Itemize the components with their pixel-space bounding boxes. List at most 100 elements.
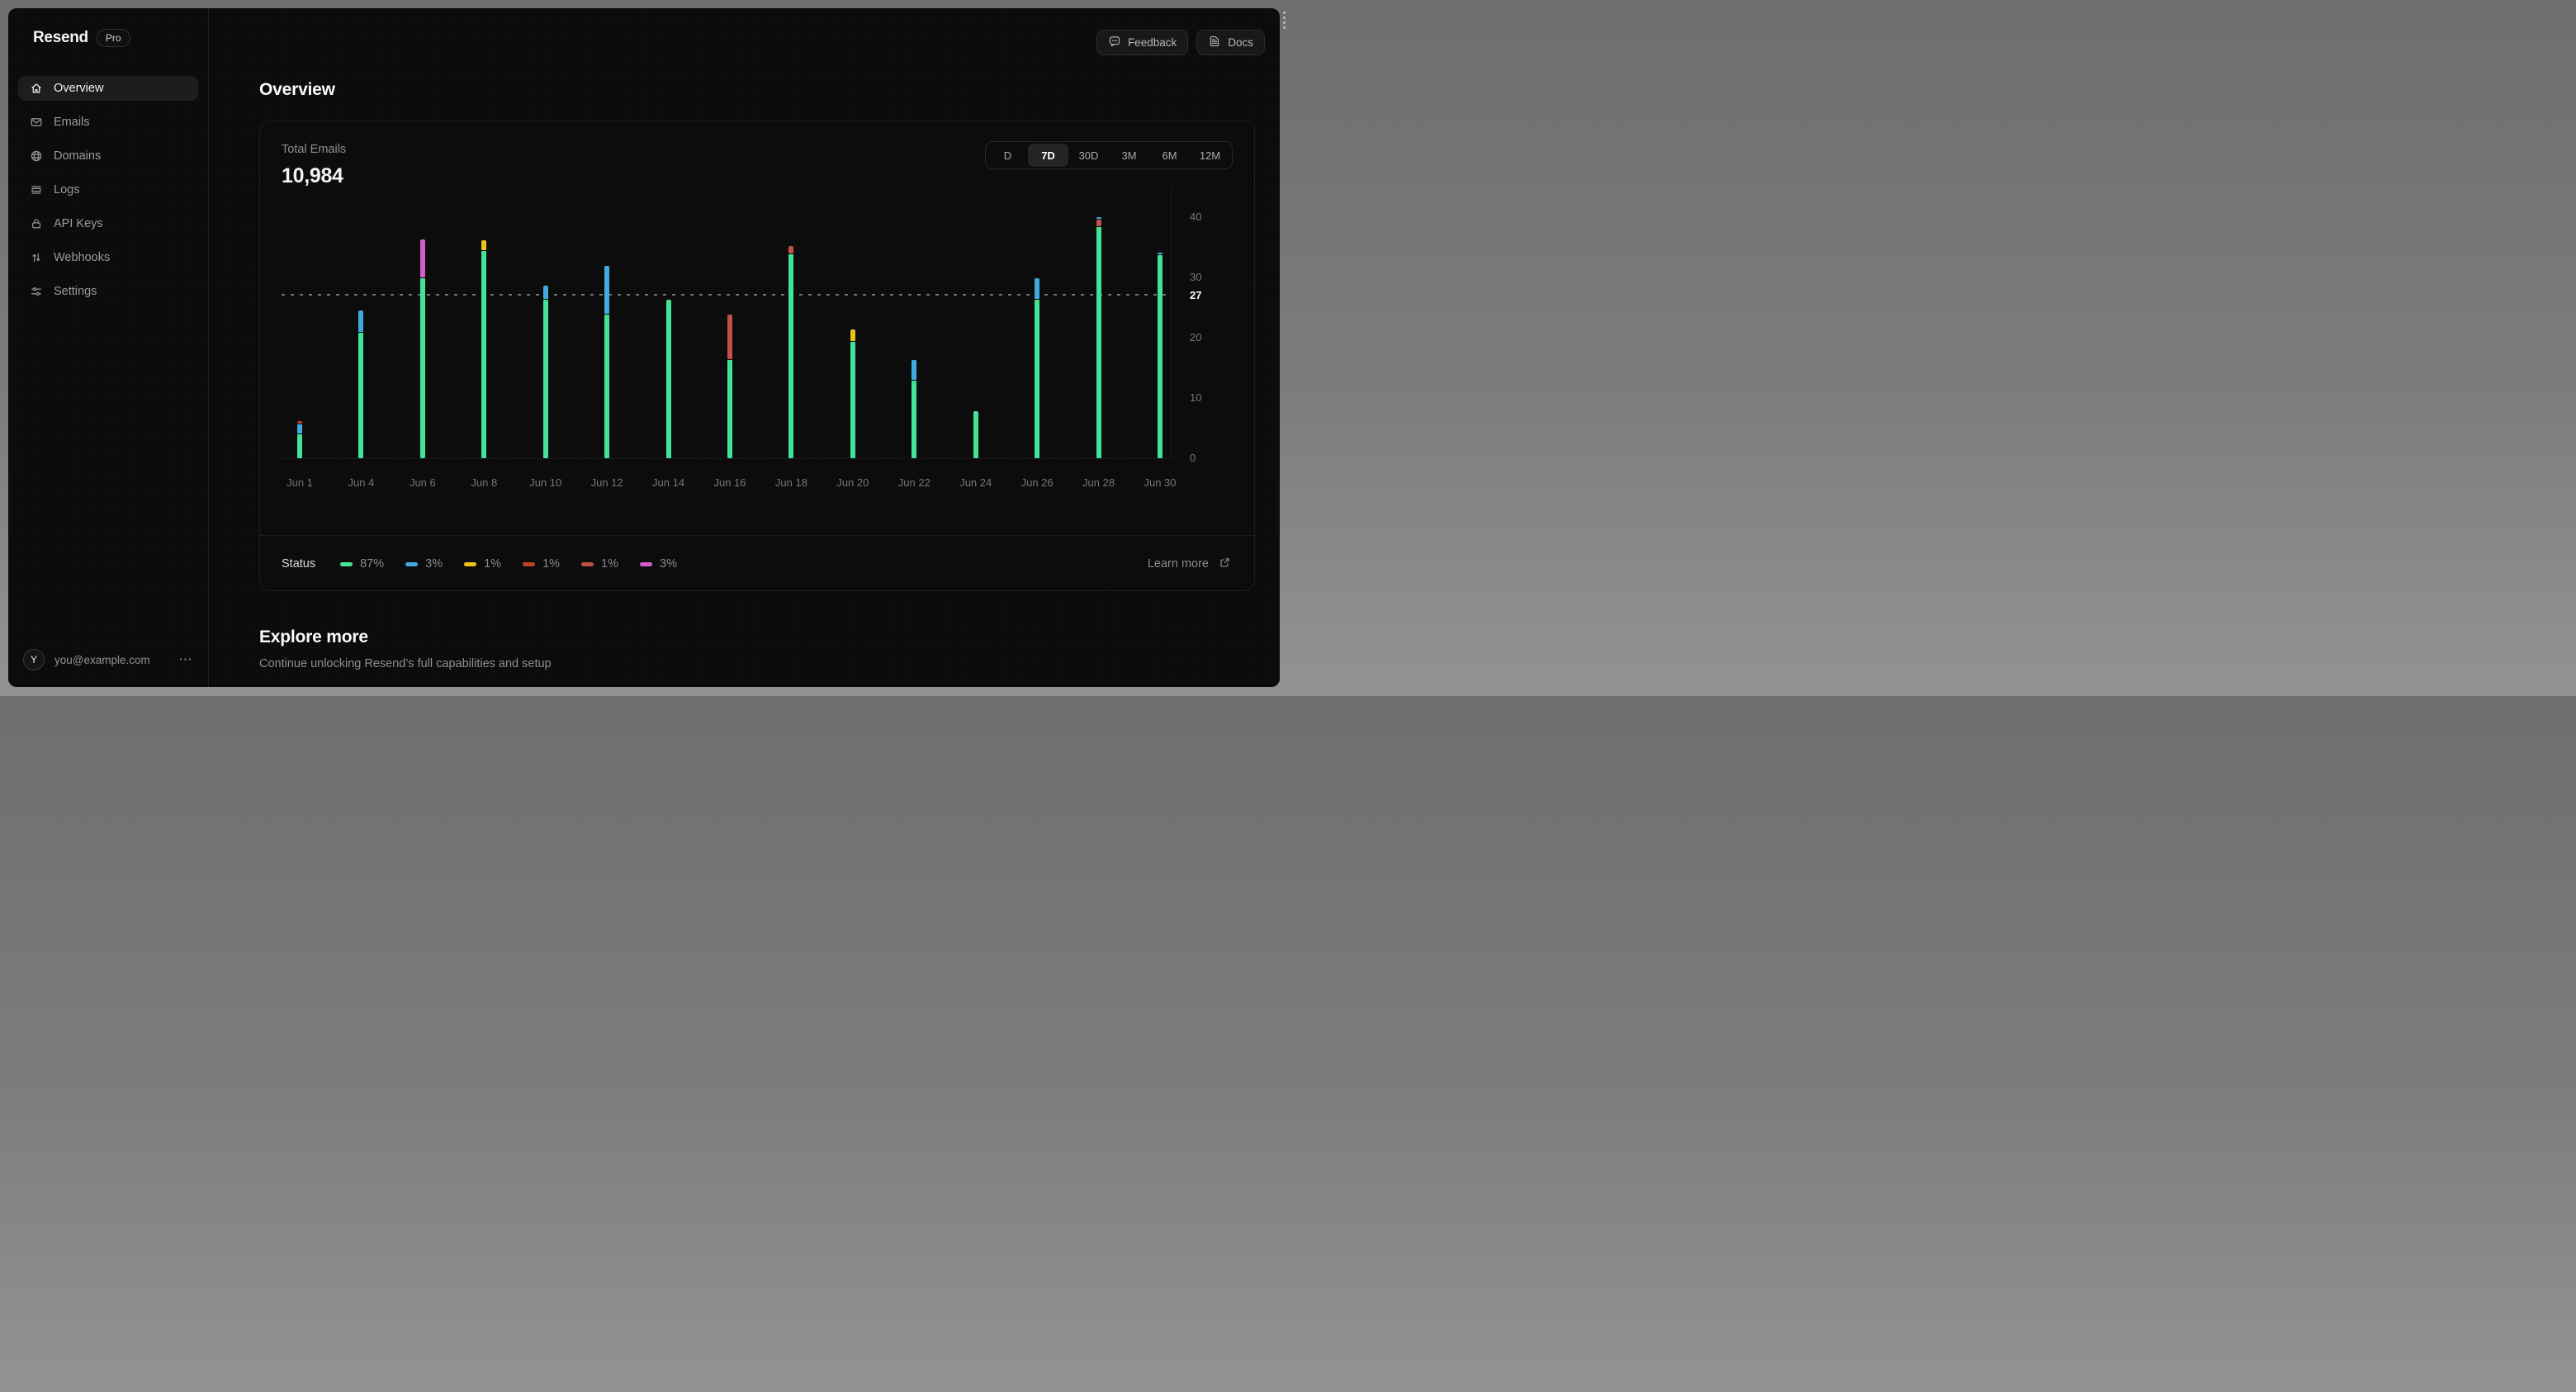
x-axis-line xyxy=(282,458,1172,459)
external-link-icon xyxy=(1219,556,1231,572)
legend-title: Status xyxy=(282,557,316,571)
bar-segment-jun-24-delivered-green xyxy=(973,410,978,458)
x-label-jun-12: Jun 12 xyxy=(590,476,623,489)
main-content: Feedback Docs Overview Total Emails 10,9… xyxy=(209,8,1280,687)
x-label-jun-14: Jun 14 xyxy=(652,476,685,489)
sidebar-item-emails[interactable]: Emails xyxy=(18,110,198,135)
y-tick-30: 30 xyxy=(1190,271,1202,283)
legend-swatch xyxy=(523,561,536,566)
sidebar-item-api-keys[interactable]: API Keys xyxy=(18,211,198,236)
learn-more-link[interactable]: Learn more xyxy=(1148,536,1231,592)
bar-segment-jun-30-blue xyxy=(1158,252,1163,255)
x-label-jun-8: Jun 8 xyxy=(471,476,498,489)
bar-segment-jun-6-delivered-green xyxy=(419,278,425,458)
legend-swatch xyxy=(405,561,419,566)
bar-segment-jun-28-blue xyxy=(1096,216,1101,220)
bar-segment-jun-14-delivered-green xyxy=(665,299,671,458)
range-option-3m[interactable]: 3M xyxy=(1109,144,1149,167)
legend-swatch xyxy=(464,561,477,566)
user-row[interactable]: Y you@example.com ⋯ xyxy=(18,646,198,674)
ellipsis-icon[interactable]: ⋯ xyxy=(173,651,198,668)
bar-segment-jun-16-delivered-green xyxy=(727,359,732,458)
sidebar-item-label: Domains xyxy=(54,149,102,163)
status-legend: Status 87% 3% 1% 1% 1% 3% xyxy=(282,536,677,592)
sidebar-item-label: Settings xyxy=(54,285,97,298)
legend-item-5: 3% xyxy=(640,557,677,571)
feedback-button[interactable]: Feedback xyxy=(1096,30,1189,55)
logo-row: Resend Pro xyxy=(18,26,198,50)
metric-label: Total Emails xyxy=(282,143,347,156)
bar-segment-jun-4-blue xyxy=(358,310,364,332)
chat-bubble-icon xyxy=(1108,35,1121,50)
home-icon xyxy=(30,82,43,95)
bar-segment-jun-30-delivered-green xyxy=(1158,255,1163,458)
bar-segment-jun-28-delivered-green xyxy=(1096,226,1101,458)
legend-item-4: 1% xyxy=(581,557,618,571)
legend-item-1: 3% xyxy=(405,557,443,571)
x-label-jun-16: Jun 16 xyxy=(713,476,746,489)
page-title: Overview xyxy=(259,80,335,99)
sliders-icon xyxy=(30,285,43,298)
y-tick-average: 27 xyxy=(1190,288,1202,301)
mail-icon xyxy=(30,116,43,129)
range-option-30d[interactable]: 30D xyxy=(1068,144,1109,167)
docs-button[interactable]: Docs xyxy=(1196,30,1265,55)
legend-percent: 1% xyxy=(601,557,619,571)
sidebar-item-settings[interactable]: Settings xyxy=(18,279,198,304)
legend-percent: 3% xyxy=(425,557,443,571)
x-label-jun-18: Jun 18 xyxy=(774,476,807,489)
range-option-d[interactable]: D xyxy=(987,144,1028,167)
legend-percent: 3% xyxy=(660,557,677,571)
bar-segment-jun-18-delivered-green xyxy=(788,253,794,458)
sidebar-item-logs[interactable]: Logs xyxy=(18,178,198,202)
sidebar: Resend Pro Overview Emails Domains Logs API … xyxy=(8,8,209,687)
overview-card: Total Emails 10,984 D 7D 30D 3M 6M 12M 0 10 20 3… xyxy=(259,121,1255,591)
learn-more-label: Learn more xyxy=(1147,557,1209,571)
bar-segment-jun-28-red xyxy=(1096,220,1101,226)
x-label-jun-6: Jun 6 xyxy=(409,476,436,489)
x-label-jun-30: Jun 30 xyxy=(1144,476,1177,489)
sidebar-nav: Overview Emails Domains Logs API Keys Webhook… xyxy=(18,76,198,304)
bar-segment-jun-18-red xyxy=(788,246,794,253)
document-icon xyxy=(1208,35,1221,50)
sidebar-item-label: Overview xyxy=(54,82,104,95)
bar-segment-jun-26-blue xyxy=(1035,278,1040,299)
x-label-jun-26: Jun 26 xyxy=(1020,476,1054,489)
range-option-7d[interactable]: 7D xyxy=(1028,144,1068,167)
x-label-jun-22: Jun 22 xyxy=(897,476,930,489)
range-option-6m[interactable]: 6M xyxy=(1149,144,1190,167)
sidebar-item-webhooks[interactable]: Webhooks xyxy=(18,245,198,270)
bar-segment-jun-12-delivered-green xyxy=(604,314,610,458)
emails-bar-chart xyxy=(282,187,1172,459)
legend-percent: 1% xyxy=(484,557,502,571)
y-tick-0: 0 xyxy=(1190,452,1196,464)
x-label-jun-28: Jun 28 xyxy=(1082,476,1115,489)
explore-more-subtitle: Continue unlocking Resend’s full capabil… xyxy=(259,657,552,670)
arrows-up-down-icon xyxy=(30,251,43,264)
brand-logo: Resend xyxy=(33,29,88,46)
bar-segment-jun-8-yellow xyxy=(481,240,487,251)
avatar: Y xyxy=(23,649,45,670)
feedback-label: Feedback xyxy=(1127,36,1177,49)
y-tick-10: 10 xyxy=(1190,391,1202,404)
bar-segment-jun-6-magenta xyxy=(419,239,425,277)
sidebar-item-domains[interactable]: Domains xyxy=(18,144,198,168)
explore-more-title: Explore more xyxy=(259,627,368,646)
bar-segment-jun-4-delivered-green xyxy=(358,332,364,458)
range-option-12m[interactable]: 12M xyxy=(1190,144,1230,167)
y-tick-20: 20 xyxy=(1190,331,1202,343)
bar-segment-jun-1-blue xyxy=(297,424,302,434)
sidebar-item-label: Webhooks xyxy=(54,251,111,264)
x-label-jun-4: Jun 4 xyxy=(348,476,375,489)
sidebar-item-overview[interactable]: Overview xyxy=(18,76,198,101)
x-label-jun-10: Jun 10 xyxy=(529,476,562,489)
app-window: Resend Pro Overview Emails Domains Logs API … xyxy=(8,8,1280,687)
time-range-selector: D 7D 30D 3M 6M 12M xyxy=(985,141,1233,169)
bar-segment-jun-1-delivered-green xyxy=(297,434,302,458)
sidebar-item-label: Logs xyxy=(54,183,80,196)
sidebar-item-label: Emails xyxy=(54,116,90,129)
legend-percent: 87% xyxy=(360,557,385,571)
docs-label: Docs xyxy=(1228,36,1253,49)
bar-segment-jun-20-yellow xyxy=(850,329,855,341)
bar-segment-jun-1-orange-dotted xyxy=(297,421,302,424)
